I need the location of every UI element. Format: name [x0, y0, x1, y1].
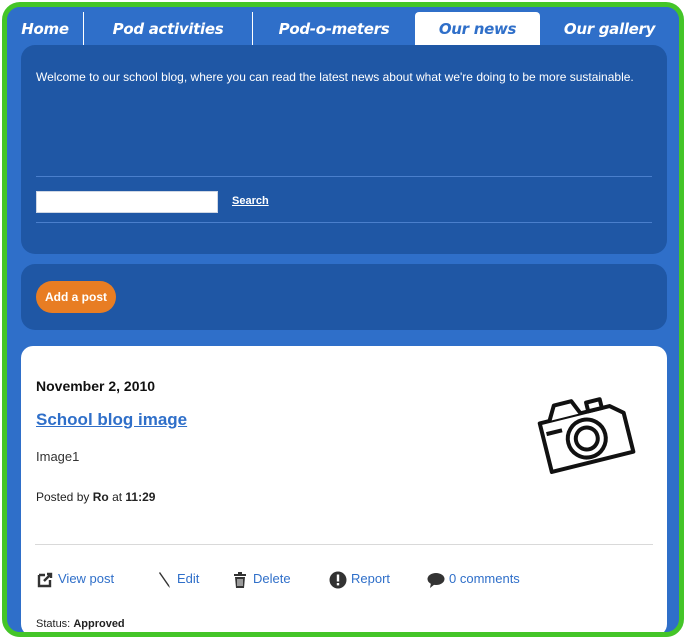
comments-label: 0 comments — [449, 571, 520, 586]
posted-by-label: Posted by — [36, 490, 90, 504]
search-input[interactable] — [36, 191, 218, 213]
comment-icon — [427, 572, 445, 588]
view-post-link[interactable]: View post — [36, 570, 114, 588]
status-value: Approved — [73, 618, 125, 630]
status-label: Status: — [36, 618, 71, 630]
trash-icon — [234, 571, 246, 588]
actions-panel: Add a post — [21, 264, 667, 330]
alert-icon — [329, 571, 347, 589]
delete-label: Delete — [253, 571, 291, 586]
edit-label: Edit — [177, 571, 200, 586]
external-link-icon — [37, 572, 53, 587]
comments-link[interactable]: 0 comments — [427, 570, 520, 588]
delete-link[interactable]: Delete — [231, 570, 291, 588]
add-post-button[interactable]: Add a post — [36, 281, 116, 313]
view-post-label: View post — [58, 571, 115, 586]
at-label: at — [112, 490, 123, 504]
post-caption: Image1 — [36, 449, 80, 464]
post-status: Status: Approved — [36, 618, 125, 630]
search-link[interactable]: Search — [232, 195, 269, 207]
camera-icon[interactable] — [533, 378, 643, 484]
divider — [35, 544, 653, 545]
divider — [36, 176, 652, 177]
edit-link[interactable]: Edit — [155, 570, 199, 588]
pencil-icon — [159, 571, 170, 588]
post-title-link[interactable]: School blog image — [36, 410, 187, 430]
page-frame: Home Pod activities Pod-o-meters Our new… — [2, 2, 684, 637]
divider — [36, 222, 652, 223]
report-link[interactable]: Report — [329, 570, 391, 589]
post-author: Ro — [92, 490, 109, 504]
intro-panel: Welcome to our school blog, where you ca… — [21, 45, 667, 254]
post-date: November 2, 2010 — [36, 378, 156, 394]
post-card: November 2, 2010 School blog image Image… — [21, 346, 667, 632]
post-meta: Posted by Ro at 11:29 — [36, 490, 155, 504]
intro-text: Welcome to our school blog, where you ca… — [36, 70, 634, 84]
report-label: Report — [351, 571, 391, 586]
post-time: 11:29 — [125, 490, 156, 504]
